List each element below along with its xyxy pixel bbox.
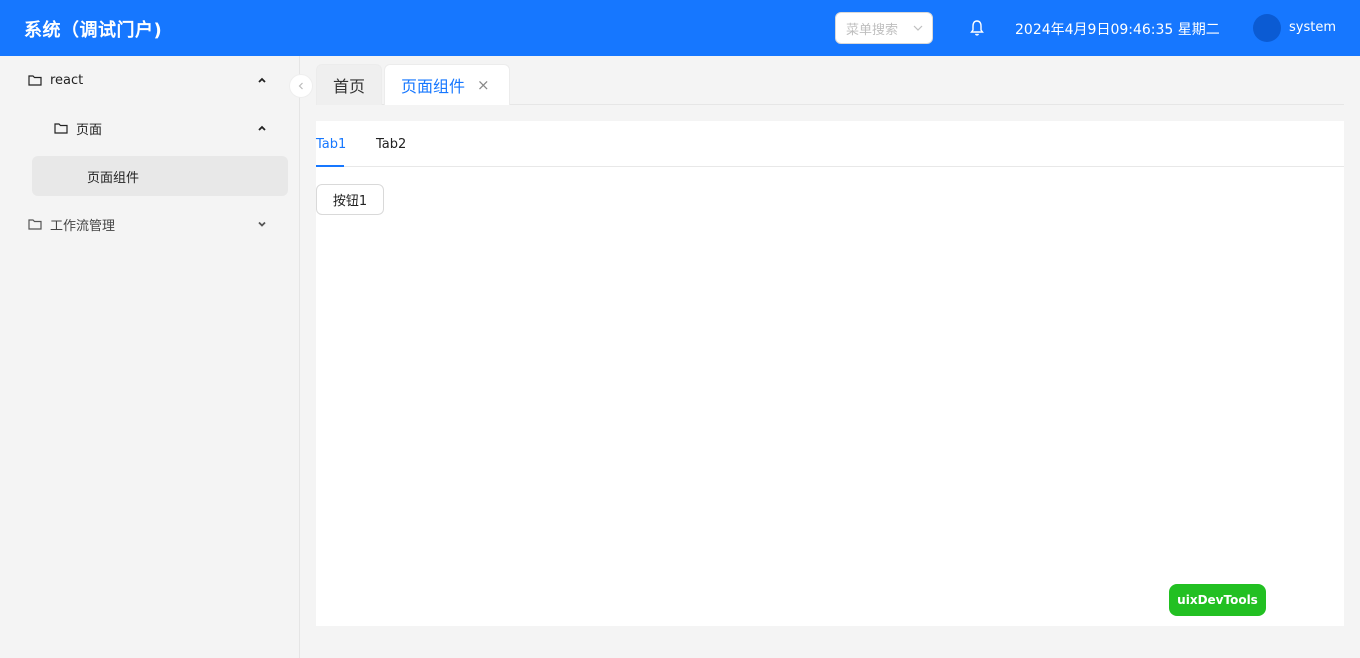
chevron-down-icon [913, 25, 923, 31]
tab-tab2[interactable]: Tab2 [376, 121, 406, 167]
devtools-button[interactable]: uixDevTools [1169, 584, 1266, 616]
page-tabs-bar: 首页 页面组件 × [316, 64, 1344, 105]
sidebar-item-page[interactable]: 页面 [54, 108, 284, 148]
sidebar-item-label: 页面 [76, 122, 103, 138]
folder-icon [54, 123, 68, 134]
tab-page-components[interactable]: 页面组件 × [384, 64, 510, 105]
chevron-up-icon [258, 125, 266, 131]
chevron-left-icon [298, 82, 303, 90]
sidebar-item-label: 页面组件 [87, 170, 140, 186]
sidebar-item-label: react [50, 72, 84, 88]
tab-tab1[interactable]: Tab1 [316, 121, 346, 167]
bell-icon[interactable] [969, 19, 985, 37]
sidebar-item-label: 工作流管理 [50, 218, 116, 234]
tab-home[interactable]: 首页 [316, 64, 382, 105]
menu-search-placeholder: 菜单搜索 [846, 22, 899, 38]
content-card: Tab1 Tab2 按钮1 [316, 121, 1344, 626]
folder-icon [28, 219, 42, 230]
tab-label: 首页 [333, 77, 366, 96]
tab-label: 页面组件 [401, 77, 466, 96]
chevron-down-icon [258, 221, 266, 227]
app-title: 系统（调试门户) [24, 20, 163, 41]
menu-search-select[interactable]: 菜单搜索 [835, 12, 933, 44]
chevron-up-icon [258, 77, 266, 83]
close-icon[interactable]: × [477, 76, 490, 94]
folder-icon [28, 75, 42, 86]
sidebar-item-workflow[interactable]: 工作流管理 [28, 204, 284, 244]
sidebar-collapse-button[interactable] [289, 74, 313, 98]
datetime-display: 2024年4月9日09:46:35 星期二 [1015, 22, 1220, 38]
top-header: 系统（调试门户) 菜单搜索 2024年4月9日09:46:35 星期二 syst… [0, 0, 1360, 56]
avatar[interactable] [1253, 14, 1281, 42]
button-1[interactable]: 按钮1 [316, 184, 384, 215]
tab-ink-bar [316, 165, 344, 167]
username[interactable]: system [1289, 20, 1336, 35]
sidebar: react 页面 页面组件 工作流管理 [0, 56, 300, 658]
sidebar-item-page-components[interactable]: 页面组件 [32, 156, 288, 196]
inner-tabs-bar: Tab1 Tab2 [316, 121, 1344, 167]
sidebar-item-react[interactable]: react [28, 60, 284, 100]
